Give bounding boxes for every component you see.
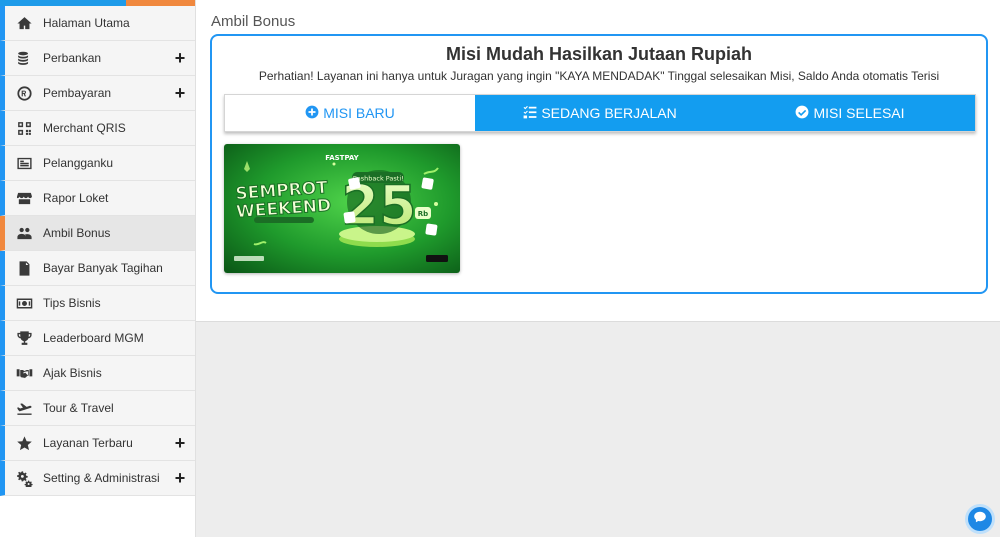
sidebar-item-ajak-bisnis[interactable]: Ajak Bisnis bbox=[0, 356, 195, 391]
tab-misi-baru[interactable]: MISI BARU bbox=[225, 95, 475, 131]
sidebar-item-leaderboard-mgm[interactable]: Leaderboard MGM bbox=[0, 321, 195, 356]
tab-misi-selesai[interactable]: MISI SELESAI bbox=[725, 95, 975, 131]
money-bill-icon bbox=[5, 295, 43, 312]
sidebar-item-merchant-qris[interactable]: Merchant QRIS bbox=[0, 111, 195, 146]
sidebar-item-label: Tour & Travel bbox=[43, 401, 114, 415]
check-circle-icon bbox=[795, 105, 809, 122]
sidebar-item-label: Bayar Banyak Tagihan bbox=[43, 261, 163, 275]
sidebar-item-label: Rapor Loket bbox=[43, 191, 109, 205]
sidebar-item-tour-travel[interactable]: Tour & Travel bbox=[0, 391, 195, 426]
sidebar-item-rapor-loket[interactable]: Rapor Loket bbox=[0, 181, 195, 216]
sidebar-item-label: Ajak Bisnis bbox=[43, 366, 102, 380]
qr-code-icon bbox=[5, 120, 43, 137]
mission-tabs: MISI BARU SEDANG BERJALAN MISI SELESAI bbox=[224, 94, 976, 132]
card-subtitle: Perhatian! Layanan ini hanya untuk Jurag… bbox=[258, 69, 940, 83]
list-check-icon bbox=[523, 105, 537, 122]
sidebar-item-bayar-banyak-tagihan[interactable]: Bayar Banyak Tagihan bbox=[0, 251, 195, 286]
expand-plus-icon[interactable]: + bbox=[165, 49, 195, 67]
sidebar: Halaman Utama Perbankan + Pembayaran + M… bbox=[0, 0, 196, 537]
sidebar-item-halaman-utama[interactable]: Halaman Utama bbox=[0, 6, 195, 41]
card-title: Misi Mudah Hasilkan Jutaan Rupiah bbox=[445, 44, 753, 64]
sidebar-item-label: Tips Bisnis bbox=[43, 296, 101, 310]
rupiah-coin-icon bbox=[5, 85, 43, 102]
sidebar-item-label: Setting & Administrasi bbox=[43, 471, 160, 485]
sidebar-item-ambil-bonus[interactable]: Ambil Bonus bbox=[0, 216, 195, 251]
mission-card: Misi Mudah Hasilkan Jutaan Rupiah Perhat… bbox=[210, 34, 988, 294]
sidebar-item-label: Pembayaran bbox=[43, 86, 112, 100]
sidebar-item-label: Leaderboard MGM bbox=[43, 331, 144, 345]
sidebar-item-pelangganku[interactable]: Pelangganku bbox=[0, 146, 195, 181]
tab-label: MISI SELESAI bbox=[813, 105, 905, 121]
sidebar-nav: Halaman Utama Perbankan + Pembayaran + M… bbox=[0, 6, 195, 496]
handshake-icon bbox=[5, 365, 43, 382]
sidebar-item-label: Halaman Utama bbox=[43, 16, 130, 30]
plus-circle-icon bbox=[305, 105, 319, 122]
chat-icon bbox=[973, 510, 987, 529]
expand-plus-icon[interactable]: + bbox=[165, 434, 195, 452]
banner-brand: FASTPAY bbox=[325, 154, 359, 162]
main-content: Ambil Bonus Misi Mudah Hasilkan Jutaan R… bbox=[196, 0, 1000, 322]
plane-departure-icon bbox=[5, 400, 43, 417]
tab-label: MISI BARU bbox=[323, 105, 395, 121]
sidebar-item-perbankan[interactable]: Perbankan + bbox=[0, 41, 195, 76]
expand-plus-icon[interactable]: + bbox=[165, 469, 195, 487]
users-icon bbox=[5, 225, 43, 242]
store-icon bbox=[5, 190, 43, 207]
expand-plus-icon[interactable]: + bbox=[165, 84, 195, 102]
page-title: Ambil Bonus bbox=[211, 13, 296, 30]
tab-sedang-berjalan[interactable]: SEDANG BERJALAN bbox=[475, 95, 725, 131]
tab-label: SEDANG BERJALAN bbox=[541, 105, 677, 121]
gears-icon bbox=[5, 470, 43, 487]
sidebar-item-layanan-terbaru[interactable]: Layanan Terbaru + bbox=[0, 426, 195, 461]
trophy-icon bbox=[5, 330, 43, 347]
banner-amount-unit: Rb bbox=[418, 210, 428, 218]
banner-tagline: Cashback Pasti! bbox=[352, 175, 404, 183]
chat-widget-button[interactable] bbox=[968, 507, 992, 531]
sidebar-item-label: Ambil Bonus bbox=[43, 226, 111, 240]
sidebar-item-label: Merchant QRIS bbox=[43, 121, 126, 135]
file-invoice-icon bbox=[5, 260, 43, 277]
banner-artwork: 25 Rb Cashback Pasti! FASTPAY SEMPROT WE… bbox=[224, 144, 460, 273]
sidebar-item-label: Perbankan bbox=[43, 51, 102, 65]
mission-banner[interactable]: 25 Rb Cashback Pasti! FASTPAY SEMPROT WE… bbox=[224, 144, 460, 273]
sidebar-item-label: Pelangganku bbox=[43, 156, 114, 170]
address-card-icon bbox=[5, 155, 43, 172]
star-icon bbox=[5, 435, 43, 452]
coins-icon bbox=[5, 50, 43, 67]
sidebar-item-tips-bisnis[interactable]: Tips Bisnis bbox=[0, 286, 195, 321]
sidebar-item-setting-administrasi[interactable]: Setting & Administrasi + bbox=[0, 461, 195, 496]
sidebar-item-pembayaran[interactable]: Pembayaran + bbox=[0, 76, 195, 111]
home-icon bbox=[5, 15, 43, 32]
sidebar-item-label: Layanan Terbaru bbox=[43, 436, 133, 450]
